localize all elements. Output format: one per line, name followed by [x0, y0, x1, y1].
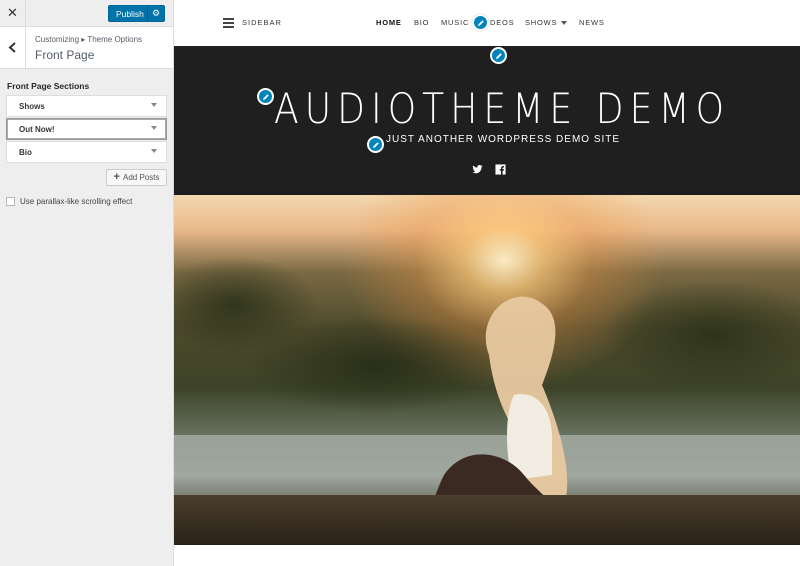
nav-item-home[interactable]: HOME	[376, 18, 402, 27]
section-select-bio[interactable]: Bio	[6, 141, 167, 163]
edit-menu-pencil-icon[interactable]	[472, 14, 489, 31]
nav-item-shows-label: SHOWS	[525, 18, 558, 27]
nav-item-shows[interactable]: SHOWS	[525, 18, 568, 27]
close-icon[interactable]: ✕	[0, 0, 26, 26]
chevron-left-icon	[8, 42, 16, 53]
nav-item-news[interactable]: NEWS	[579, 18, 605, 27]
site-title[interactable]: AUDIOTHEME DEMO	[274, 84, 730, 133]
caret-down-icon	[561, 21, 568, 26]
site-navigation: SIDEBAR HOME BIO MUSIC DEOS SHOWS NEWS	[174, 0, 800, 46]
panel-header: Customizing ▸ Theme Options Front Page	[0, 27, 173, 69]
section-select-label: Out Now!	[19, 124, 55, 134]
caret-down-icon	[151, 149, 157, 153]
back-button[interactable]	[0, 27, 26, 68]
nav-item-videos[interactable]: DEOS	[490, 18, 514, 27]
edit-title-pencil-icon[interactable]	[257, 88, 274, 105]
hero-image	[174, 195, 800, 545]
site-tagline: JUST ANOTHER WORDPRESS DEMO SITE	[386, 134, 621, 145]
hamburger-menu-icon[interactable]	[223, 18, 234, 28]
plus-icon: +	[113, 171, 120, 183]
parallax-label: Use parallax-like scrolling effect	[20, 197, 133, 206]
front-page-sections-label: Front Page Sections	[7, 81, 90, 91]
add-posts-label: Add Posts	[122, 173, 160, 182]
breadcrumb: Customizing ▸ Theme Options	[35, 35, 143, 44]
section-select-label: Shows	[19, 101, 45, 111]
section-select-shows[interactable]: Shows	[6, 95, 167, 117]
caret-down-icon	[151, 126, 157, 130]
nav-item-music[interactable]: MUSIC	[441, 18, 469, 27]
section-select-out-now[interactable]: Out Now!	[6, 118, 167, 140]
shoreline	[174, 495, 800, 545]
parallax-option: Use parallax-like scrolling effect	[6, 197, 132, 206]
sidebar-toggle-label[interactable]: SIDEBAR	[242, 18, 282, 27]
section-select-label: Bio	[19, 147, 32, 157]
edit-tagline-pencil-icon[interactable]	[367, 136, 384, 153]
site-preview: SIDEBAR HOME BIO MUSIC DEOS SHOWS NEWS A…	[174, 0, 800, 566]
caret-down-icon	[151, 103, 157, 107]
twitter-icon[interactable]	[472, 164, 483, 175]
add-posts-button[interactable]: + Add Posts	[106, 169, 167, 186]
nav-item-bio[interactable]: BIO	[414, 18, 429, 27]
customizer-header-actions: ✕ Publish ⚙	[0, 0, 173, 27]
publish-button[interactable]: Publish	[108, 5, 152, 22]
parallax-checkbox[interactable]	[6, 197, 15, 206]
facebook-icon[interactable]	[495, 164, 506, 175]
edit-header-pencil-icon[interactable]	[490, 47, 507, 64]
customizer-sidebar: ✕ Publish ⚙ Customizing ▸ Theme Options …	[0, 0, 174, 566]
site-header: AUDIOTHEME DEMO JUST ANOTHER WORDPRESS D…	[174, 46, 800, 195]
gear-icon[interactable]: ⚙	[147, 5, 165, 22]
panel-title: Front Page	[35, 48, 95, 62]
